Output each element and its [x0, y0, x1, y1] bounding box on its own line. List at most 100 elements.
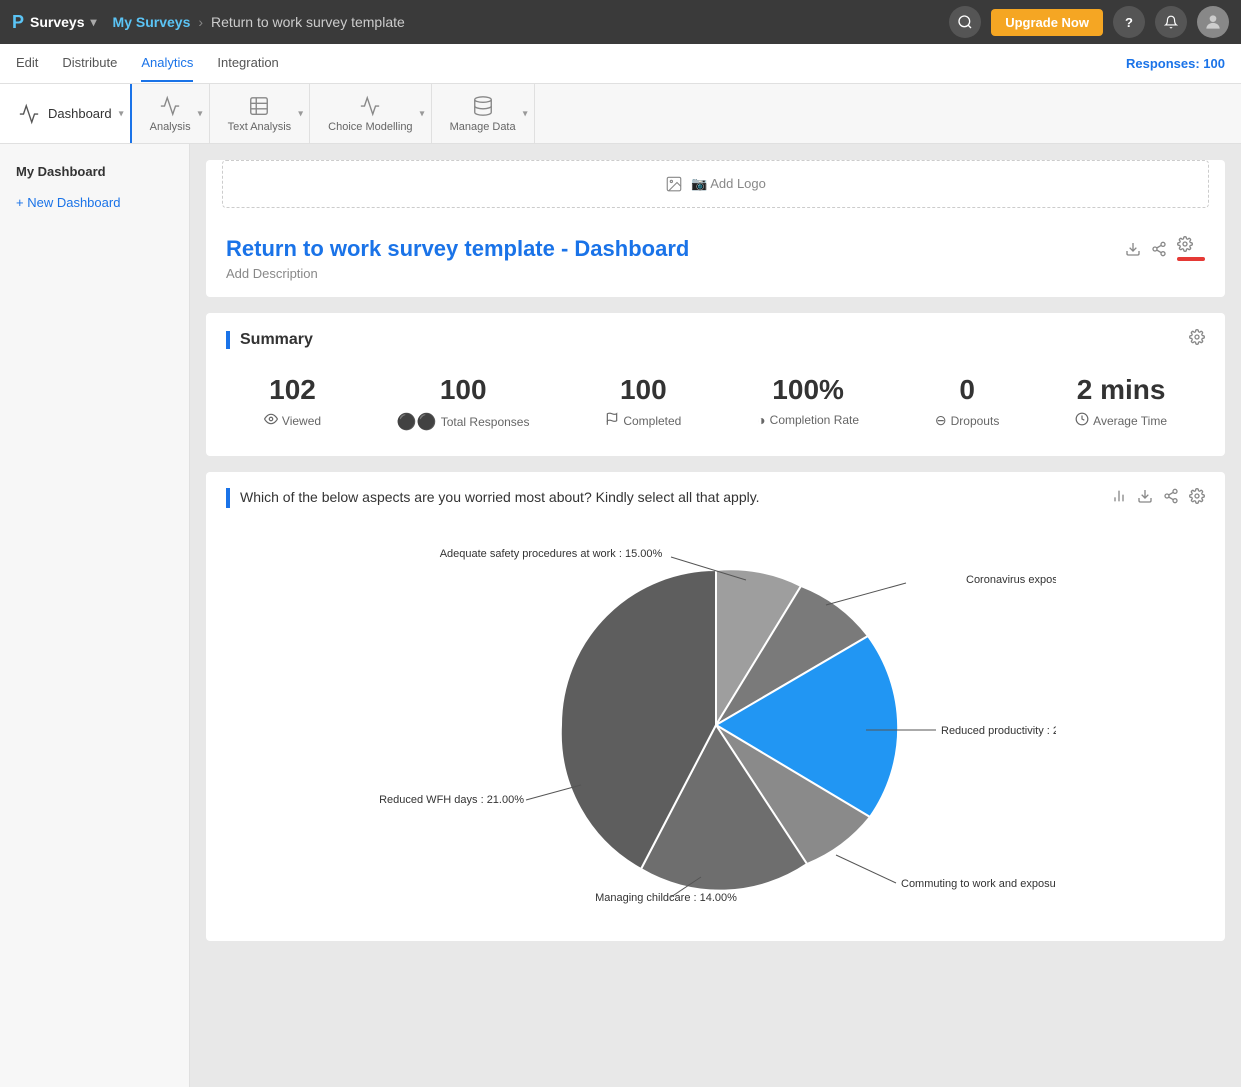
pie-chart-container: Adequate safety procedures at work : 15.…: [226, 525, 1205, 925]
stat-completed-label: Completed: [605, 412, 681, 429]
download-icon[interactable]: [1125, 241, 1141, 257]
stat-viewed-value: 102: [264, 374, 321, 406]
pie-chart: Adequate safety procedures at work : 15.…: [376, 535, 1056, 915]
breadcrumb-page-title: Return to work survey template: [211, 14, 405, 30]
brand-name: Surveys: [30, 14, 84, 30]
toolbar-manage-data-label: Manage Data: [450, 121, 516, 133]
stat-completion-rate-label: ◑ Completion Rate: [757, 412, 859, 428]
chart-type-icon[interactable]: [1111, 488, 1127, 509]
brand[interactable]: P Surveys ▾: [12, 12, 97, 33]
nav-distribute[interactable]: Distribute: [62, 45, 117, 82]
toolbar-dashboard-arrow: ▾: [119, 108, 124, 119]
brand-logo: P: [12, 12, 24, 33]
toolbar-analysis-arrow: ▾: [198, 108, 203, 119]
responses-label: Responses:: [1126, 56, 1200, 71]
breadcrumb: My Surveys › Return to work survey templ…: [113, 14, 405, 30]
nav-integration[interactable]: Integration: [217, 45, 278, 82]
summary-card: Summary 102 Viewed: [206, 313, 1225, 456]
dashboard-title-section: Return to work survey template - Dashboa…: [206, 224, 1225, 297]
stat-completion-rate: 100% ◑ Completion Rate: [757, 374, 859, 428]
second-nav: Edit Distribute Analytics Integration Re…: [0, 44, 1241, 84]
breadcrumb-chevron: ›: [198, 14, 203, 30]
share-icon[interactable]: [1151, 241, 1167, 257]
brand-dropdown-arrow[interactable]: ▾: [91, 15, 97, 29]
stat-average-time: 2 mins Average Time: [1075, 374, 1167, 429]
toolbar-choice-modelling-label: Choice Modelling: [328, 121, 412, 133]
completion-rate-icon: ◑: [757, 412, 765, 428]
question-share-icon[interactable]: [1163, 488, 1179, 509]
question-gear-icon[interactable]: [1189, 488, 1205, 509]
stat-dropouts-value: 0: [935, 374, 999, 406]
summary-title: Summary: [226, 331, 313, 349]
viewed-icon: [264, 412, 278, 429]
summary-gear-icon[interactable]: [1189, 329, 1205, 350]
svg-text:Commuting to work and exposure: Commuting to work and exposure risk : 11…: [901, 878, 1056, 890]
toolbar-text-analysis-arrow: ▾: [298, 108, 303, 119]
logo-bar[interactable]: 📷 Add Logo: [222, 160, 1209, 208]
stat-total-responses: 100 ⚫⚫ Total Responses: [397, 374, 530, 432]
stats-row: 102 Viewed 100 ⚫⚫ Total Responses: [226, 366, 1205, 440]
toolbar-text-analysis-label: Text Analysis: [228, 121, 292, 133]
sidebar-new-dashboard[interactable]: + New Dashboard: [0, 187, 189, 218]
stat-viewed-label: Viewed: [264, 412, 321, 429]
logo-bar-label: 📷 Add Logo: [691, 176, 766, 192]
nav-analytics[interactable]: Analytics: [141, 45, 193, 82]
dashboard-description[interactable]: Add Description: [226, 266, 689, 281]
search-button[interactable]: [949, 6, 981, 38]
toolbar-manage-data[interactable]: Manage Data ▾: [432, 84, 535, 143]
stat-viewed: 102 Viewed: [264, 374, 321, 429]
toolbar-text-analysis[interactable]: Text Analysis ▾: [210, 84, 311, 143]
breadcrumb-mysurveys[interactable]: My Surveys: [113, 14, 191, 30]
dropouts-icon: ⊖: [935, 412, 947, 429]
svg-text:Managing childcare : 14.00%: Managing childcare : 14.00%: [595, 892, 737, 904]
stat-total-responses-value: 100: [397, 374, 530, 406]
toolbar: Dashboard ▾ Analysis ▾ Text Analysis ▾ C…: [0, 84, 1241, 144]
dashboard-title: Return to work survey template - Dashboa…: [226, 236, 689, 262]
toolbar-choice-modelling-arrow: ▾: [420, 108, 425, 119]
question-download-icon[interactable]: [1137, 488, 1153, 509]
stat-dropouts-label: ⊖ Dropouts: [935, 412, 999, 429]
total-responses-icon: ⚫⚫: [397, 412, 437, 432]
stat-total-responses-label: ⚫⚫ Total Responses: [397, 412, 530, 432]
upgrade-button[interactable]: Upgrade Now: [991, 9, 1103, 36]
stat-average-time-label: Average Time: [1075, 412, 1167, 429]
stat-completion-rate-value: 100%: [757, 374, 859, 406]
toolbar-dashboard[interactable]: Dashboard ▾: [0, 84, 132, 143]
responses-count: Responses: 100: [1126, 56, 1225, 71]
toolbar-analysis-label: Analysis: [150, 121, 191, 133]
question-actions: [1111, 488, 1205, 509]
toolbar-analysis[interactable]: Analysis ▾: [132, 84, 210, 143]
summary-header: Summary: [226, 329, 1205, 350]
question-header: Which of the below aspects are you worri…: [226, 488, 1205, 509]
question-text: Which of the below aspects are you worri…: [226, 488, 1095, 508]
svg-text:Reduced WFH days : 21.00%: Reduced WFH days : 21.00%: [379, 794, 524, 806]
top-bar-right: Upgrade Now ?: [949, 6, 1229, 38]
stat-completed: 100 Completed: [605, 374, 681, 429]
toolbar-choice-modelling[interactable]: Choice Modelling ▾: [310, 84, 431, 143]
nav-edit[interactable]: Edit: [16, 45, 38, 82]
main-content: 📷 Add Logo Return to work survey templat…: [190, 144, 1241, 1087]
svg-text:Adequate safety procedures at: Adequate safety procedures at work : 15.…: [439, 548, 662, 560]
dashboard-title-group: Return to work survey template - Dashboa…: [226, 236, 689, 281]
user-avatar[interactable]: [1197, 6, 1229, 38]
title-action-gear[interactable]: [1177, 236, 1205, 261]
question-card: Which of the below aspects are you worri…: [206, 472, 1225, 941]
average-time-icon: [1075, 412, 1089, 429]
notifications-button[interactable]: [1155, 6, 1187, 38]
main-layout: My Dashboard + New Dashboard 📷 Add Logo …: [0, 144, 1241, 1087]
sidebar-my-dashboard[interactable]: My Dashboard: [0, 156, 189, 187]
completed-icon: [605, 412, 619, 429]
stat-dropouts: 0 ⊖ Dropouts: [935, 374, 999, 429]
top-bar: P Surveys ▾ My Surveys › Return to work …: [0, 0, 1241, 44]
red-underline: [1177, 257, 1205, 261]
responses-value: 100: [1203, 56, 1225, 71]
toolbar-dashboard-label: Dashboard: [48, 106, 112, 121]
stat-completed-value: 100: [605, 374, 681, 406]
dashboard-card: 📷 Add Logo Return to work survey templat…: [206, 160, 1225, 297]
stat-average-time-value: 2 mins: [1075, 374, 1167, 406]
toolbar-manage-data-arrow: ▾: [523, 108, 528, 119]
sidebar: My Dashboard + New Dashboard: [0, 144, 190, 1087]
help-button[interactable]: ?: [1113, 6, 1145, 38]
svg-text:Reduced productivity : 24.00%: Reduced productivity : 24.00%: [941, 725, 1056, 737]
title-actions: [1125, 236, 1205, 261]
